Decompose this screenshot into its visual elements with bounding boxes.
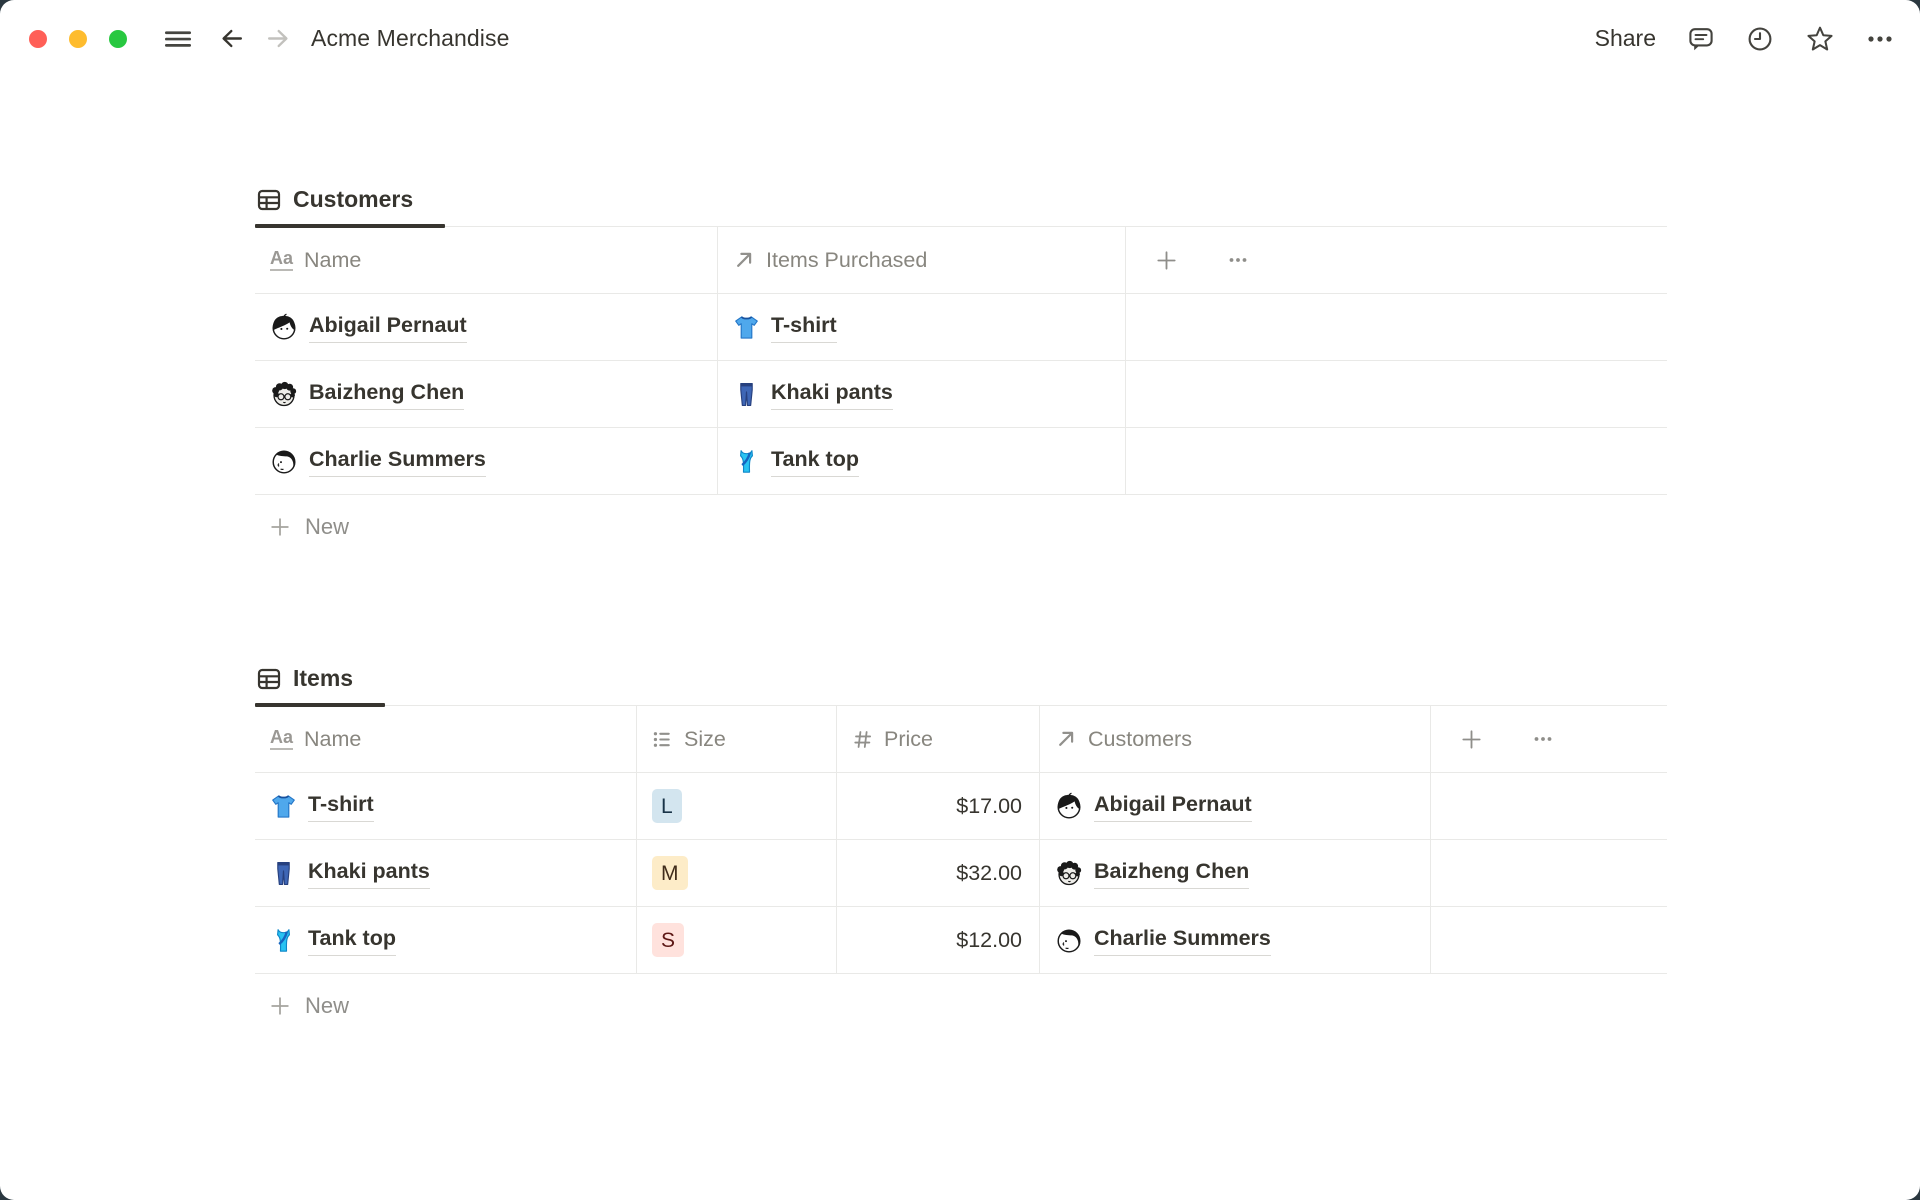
customers-header-row: Aa Name Items Purchased [255,227,1667,294]
table-row: Tank top S $12.00 Charlie Summers [255,907,1667,974]
column-header-name[interactable]: Aa Name [255,227,718,293]
tank-top-icon [270,927,297,954]
table-view-icon [256,187,282,213]
size-cell[interactable]: L [637,773,837,839]
zoom-window-button[interactable] [109,29,127,48]
relation-property-icon [733,249,755,271]
tab-items[interactable]: Items [255,665,386,707]
page-title-breadcrumb[interactable]: Acme Merchandise [311,25,509,52]
price-cell[interactable]: $17.00 [837,773,1040,839]
customers-database: Customers Aa Name Items Purchased Abigai… [255,160,1667,559]
share-button[interactable]: Share [1595,25,1656,52]
avatar [1055,792,1083,820]
column-header-price[interactable]: Price [837,706,1040,772]
customers-relation-cell[interactable]: Charlie Summers [1040,907,1431,973]
jeans-icon [733,381,760,408]
minimize-window-button[interactable] [69,29,87,48]
plus-icon [268,515,292,539]
new-row-button[interactable]: New [255,974,1667,1038]
size-cell[interactable]: S [637,907,837,973]
page-history-icon[interactable] [1746,25,1774,53]
new-row-button[interactable]: New [255,495,1667,559]
select-property-icon [652,729,673,750]
size-tag[interactable]: L [652,789,682,823]
app-window: Acme Merchandise Share Customers Aa Name… [0,0,1920,1200]
tshirt-icon [270,793,297,820]
items-purchased-cell[interactable]: T-shirt [718,294,1126,360]
size-tag[interactable]: S [652,923,685,957]
column-header-size[interactable]: Size [637,706,837,772]
table-row: T-shirt L $17.00 Abigail Pernaut [255,773,1667,840]
avatar [1055,859,1083,887]
avatar [270,313,298,341]
tshirt-icon [733,314,760,341]
avatar [270,447,298,475]
customers-relation-cell[interactable]: Abigail Pernaut [1040,773,1431,839]
table-row: Charlie Summers Tank top [255,428,1667,495]
size-tag[interactable]: M [652,856,688,890]
column-header-customers[interactable]: Customers [1040,706,1431,772]
back-icon[interactable] [217,24,246,53]
favorite-star-icon[interactable] [1805,24,1835,54]
items-tabbar: Items [255,639,1667,707]
relation-property-icon [1055,728,1077,750]
table-row: Abigail Pernaut T-shirt [255,294,1667,361]
price-cell[interactable]: $12.00 [837,907,1040,973]
items-database: Items Aa Name Size Price Customers T-shi… [255,639,1667,1038]
table-view-icon [256,666,282,692]
comments-icon[interactable] [1687,25,1715,53]
table-options-icon[interactable] [1532,728,1554,750]
tab-customers-label: Customers [293,186,414,212]
avatar [1055,926,1083,954]
customers-relation-cell[interactable]: Baizheng Chen [1040,840,1431,906]
table-row: Khaki pants M $32.00 Baizheng Chen [255,840,1667,907]
jeans-icon [270,860,297,887]
add-column-icon[interactable] [1459,727,1484,752]
tank-top-icon [733,448,760,475]
items-header-extra [1431,706,1667,772]
customer-name-cell[interactable]: Abigail Pernaut [255,294,718,360]
column-header-name[interactable]: Aa Name [255,706,637,772]
customer-name-cell[interactable]: Baizheng Chen [255,361,718,427]
customers-header-extra [1126,227,1667,293]
tab-items-label: Items [293,665,354,691]
customers-tabbar: Customers [255,160,1667,228]
text-property-icon: Aa [270,249,294,271]
forward-icon[interactable] [264,24,293,53]
column-header-items-purchased[interactable]: Items Purchased [718,227,1126,293]
avatar [270,380,298,408]
text-property-icon: Aa [270,728,294,750]
size-cell[interactable]: M [637,840,837,906]
plus-icon [268,994,292,1018]
customer-name-cell[interactable]: Charlie Summers [255,428,718,494]
more-options-icon[interactable] [1866,25,1894,53]
item-name-cell[interactable]: Tank top [255,907,637,973]
number-property-icon [852,729,873,750]
tab-customers[interactable]: Customers [255,186,446,228]
item-name-cell[interactable]: Khaki pants [255,840,637,906]
item-name-cell[interactable]: T-shirt [255,773,637,839]
items-purchased-cell[interactable]: Tank top [718,428,1126,494]
table-options-icon[interactable] [1227,249,1249,271]
items-purchased-cell[interactable]: Khaki pants [718,361,1126,427]
items-header-row: Aa Name Size Price Customers [255,706,1667,773]
topbar: Acme Merchandise Share [0,0,1920,77]
price-cell[interactable]: $32.00 [837,840,1040,906]
table-row: Baizheng Chen Khaki pants [255,361,1667,428]
close-window-button[interactable] [29,29,47,48]
add-column-icon[interactable] [1154,248,1179,273]
sidebar-toggle-icon[interactable] [163,25,193,53]
